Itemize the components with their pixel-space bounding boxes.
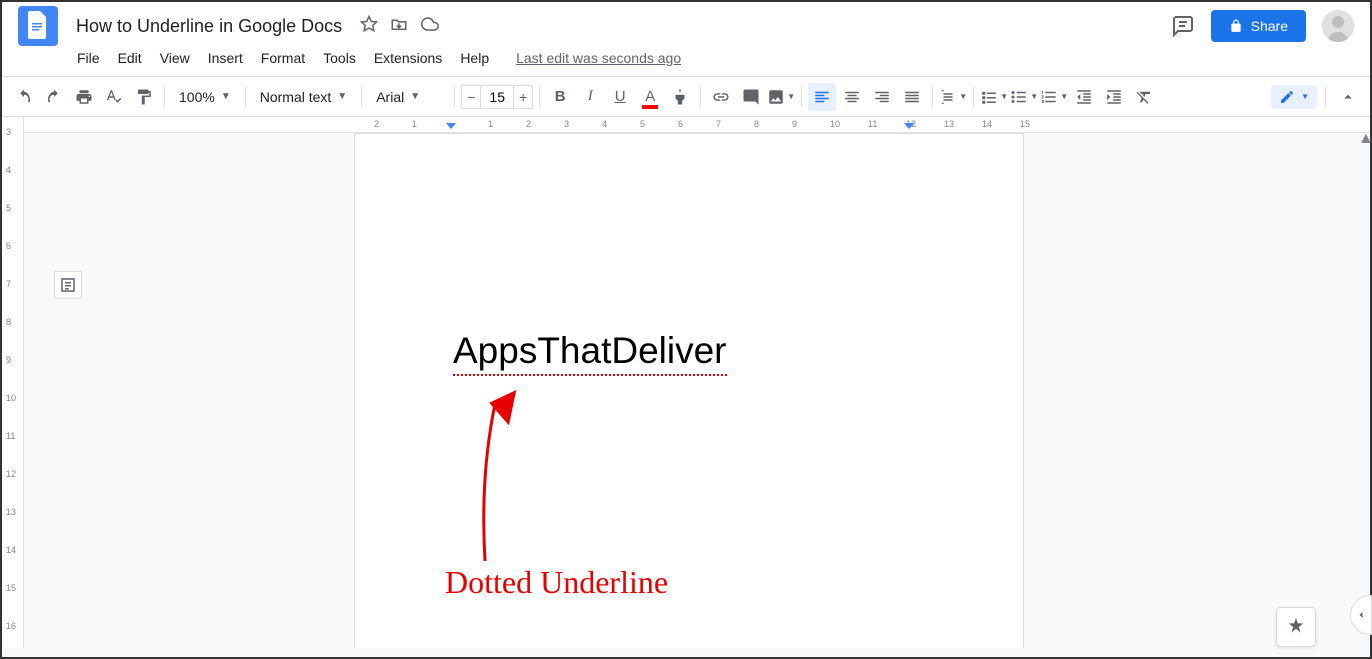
font-size-increase[interactable]: + xyxy=(513,85,533,109)
share-label: Share xyxy=(1251,18,1288,34)
outline-toggle-button[interactable] xyxy=(54,271,82,299)
align-right-button[interactable] xyxy=(868,83,896,111)
menu-edit[interactable]: Edit xyxy=(111,46,149,70)
menu-insert[interactable]: Insert xyxy=(201,46,250,70)
align-center-button[interactable] xyxy=(838,83,866,111)
italic-button[interactable]: I xyxy=(576,83,604,111)
align-left-button[interactable] xyxy=(808,83,836,111)
menu-extensions[interactable]: Extensions xyxy=(367,46,449,70)
menu-bar: File Edit View Insert Format Tools Exten… xyxy=(2,42,1370,76)
comment-button[interactable] xyxy=(737,83,765,111)
last-edit-link[interactable]: Last edit was seconds ago xyxy=(516,50,681,66)
cloud-status-icon[interactable] xyxy=(420,15,440,38)
align-justify-button[interactable] xyxy=(898,83,926,111)
bold-button[interactable]: B xyxy=(546,83,574,111)
line-spacing-button[interactable]: ▼ xyxy=(939,83,967,111)
menu-file[interactable]: File xyxy=(70,46,107,70)
checklist-button[interactable]: ▼ xyxy=(980,83,1008,111)
comments-icon[interactable] xyxy=(1171,14,1195,38)
font-size-decrease[interactable]: − xyxy=(461,85,481,109)
toolbar: 100%▼ Normal text▼ Arial▼ − + B I U A ▼ … xyxy=(2,77,1370,117)
indent-marker[interactable] xyxy=(446,123,456,129)
menu-help[interactable]: Help xyxy=(453,46,496,70)
user-avatar[interactable] xyxy=(1322,10,1354,42)
text-color-button[interactable]: A xyxy=(636,83,664,111)
print-button[interactable] xyxy=(70,83,98,111)
image-button[interactable]: ▼ xyxy=(767,83,795,111)
numbered-list-button[interactable]: ▼ xyxy=(1040,83,1068,111)
document-page[interactable]: AppsThatDeliver Dotted Underline xyxy=(354,133,1024,648)
vertical-ruler: 3 4 5 6 7 8 9 10 11 12 13 14 15 16 xyxy=(2,117,24,648)
menu-tools[interactable]: Tools xyxy=(316,46,363,70)
font-select[interactable]: Arial▼ xyxy=(368,85,448,109)
explore-button[interactable] xyxy=(1276,607,1316,647)
google-docs-icon[interactable] xyxy=(18,6,58,46)
scroll-up-icon[interactable]: ▲ xyxy=(1358,130,1370,142)
undo-button[interactable] xyxy=(10,83,38,111)
style-select[interactable]: Normal text▼ xyxy=(252,85,355,109)
menu-format[interactable]: Format xyxy=(254,46,312,70)
document-text[interactable]: AppsThatDeliver xyxy=(453,330,727,376)
menu-view[interactable]: View xyxy=(153,46,197,70)
increase-indent-button[interactable] xyxy=(1100,83,1128,111)
zoom-select[interactable]: 100%▼ xyxy=(171,85,239,109)
collapse-toolbar-button[interactable] xyxy=(1334,83,1362,111)
vertical-scrollbar[interactable]: ▲ xyxy=(1358,130,1370,650)
highlight-button[interactable] xyxy=(666,83,694,111)
link-button[interactable] xyxy=(707,83,735,111)
move-icon[interactable] xyxy=(390,15,408,38)
decrease-indent-button[interactable] xyxy=(1070,83,1098,111)
bulleted-list-button[interactable]: ▼ xyxy=(1010,83,1038,111)
editing-mode-button[interactable]: ▼ xyxy=(1271,85,1317,109)
star-icon[interactable] xyxy=(360,15,378,38)
document-title[interactable]: How to Underline in Google Docs xyxy=(70,14,348,39)
spellcheck-button[interactable] xyxy=(100,83,128,111)
redo-button[interactable] xyxy=(40,83,68,111)
clear-formatting-button[interactable] xyxy=(1130,83,1158,111)
underline-button[interactable]: U xyxy=(606,83,634,111)
font-size-input[interactable] xyxy=(481,85,513,109)
annotation-label: Dotted Underline xyxy=(445,564,668,601)
right-indent-marker[interactable] xyxy=(904,123,914,129)
paint-format-button[interactable] xyxy=(130,83,158,111)
share-button[interactable]: Share xyxy=(1211,10,1306,42)
horizontal-ruler: 2 1 1 2 3 4 5 6 7 8 9 10 11 12 13 14 15 xyxy=(24,117,1370,133)
